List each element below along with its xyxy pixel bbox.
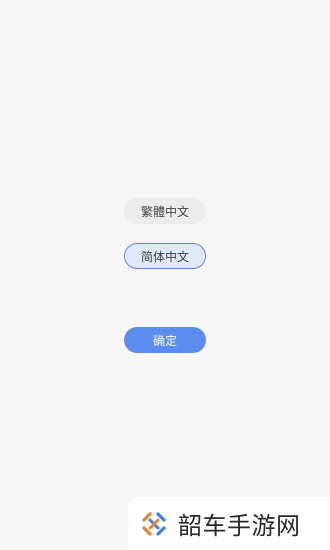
language-option-label: 简体中文 <box>140 249 189 264</box>
watermark: 韶车手游网 <box>128 497 330 550</box>
language-option-traditional-chinese[interactable]: 繁體中文 <box>124 198 206 224</box>
language-option-simplified-chinese[interactable]: 简体中文 <box>124 243 206 269</box>
diamond-cross-logo-icon <box>142 511 166 536</box>
confirm-button-label: 确定 <box>152 333 177 348</box>
watermark-text: 韶车手游网 <box>178 512 301 540</box>
confirm-button[interactable]: 确定 <box>124 327 206 353</box>
language-selection-screen: 繁體中文 简体中文 确定 韶车手游网 <box>0 0 330 550</box>
language-option-label: 繁體中文 <box>140 204 189 219</box>
